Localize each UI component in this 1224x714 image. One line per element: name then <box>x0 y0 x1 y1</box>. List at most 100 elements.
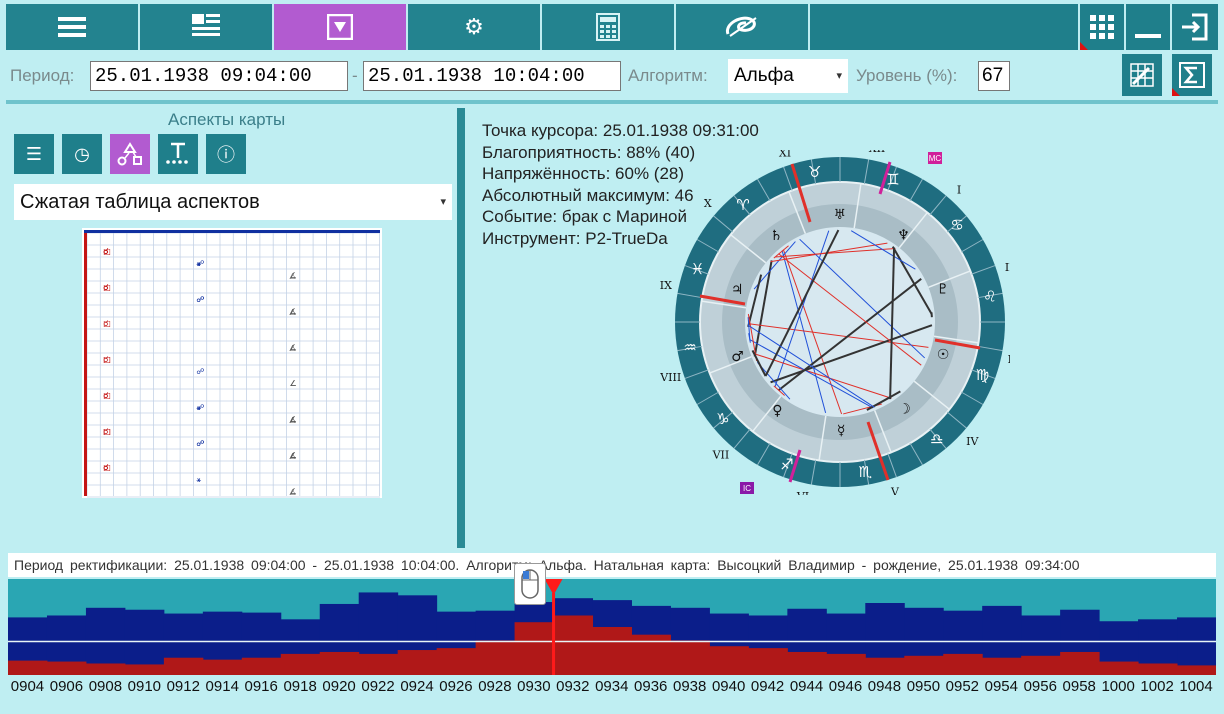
aspect-glyph: ∠ <box>290 451 297 460</box>
natal-chart-wheel: ☉☽☿♀♂♃♄♅♆♇ ♈♉♊♋♌♍♎♏♐♑♒♓ XIXIIIIIIIIIVVVI… <box>660 150 1010 495</box>
aspect-glyph: ⚹ <box>196 259 201 268</box>
time-tick-label: 0918 <box>283 678 317 695</box>
time-tick-label: 0940 <box>711 678 746 695</box>
top-toolbar: ⚙ <box>6 4 1218 50</box>
time-tick-label: 0956 <box>1023 678 1057 695</box>
zodiac-sign-glyph: ♍ <box>976 366 989 384</box>
aspect-glyph: ☍ <box>196 295 204 304</box>
bar-tension <box>904 655 944 675</box>
bar-tension <box>709 646 749 675</box>
bar-tension <box>826 653 866 675</box>
chart-export-icon[interactable] <box>1122 54 1162 96</box>
mc-label: MC <box>929 154 942 163</box>
bar-tension <box>514 622 555 675</box>
vertical-splitter[interactable] <box>457 108 465 548</box>
bar-tension <box>1177 665 1216 675</box>
period-from-input[interactable]: 25.01.1938 09:04:00 <box>90 61 348 91</box>
time-list-icon[interactable]: ◷ <box>62 134 102 174</box>
house-number-label: I <box>957 184 961 197</box>
time-tick-label: 0944 <box>789 678 824 695</box>
aspect-glyph: □ <box>103 463 111 472</box>
zodiac-sign-glyph: ♋ <box>950 216 963 234</box>
bar-tension <box>319 651 360 675</box>
time-tick-label: 1000 <box>1101 678 1135 695</box>
planet-glyph: ♅ <box>833 207 846 223</box>
time-tick-label: 0948 <box>867 678 902 695</box>
bar-tension <box>436 648 477 675</box>
aspect-glyph: ⚹ <box>196 475 201 484</box>
time-tick-label: 0914 <box>205 678 239 695</box>
info-icon[interactable]: ⓘ <box>206 134 246 174</box>
bar-tension <box>85 663 126 675</box>
aspect-glyph: ∠ <box>290 307 297 316</box>
bar-tension <box>787 651 827 675</box>
bar-tension <box>46 661 87 675</box>
apps-grid-icon[interactable] <box>1078 4 1124 50</box>
house-number-label: III <box>1008 353 1010 366</box>
bar-tension <box>475 640 516 675</box>
planet-glyph: ♀ <box>772 403 782 419</box>
level-label: Уровень (%): <box>856 66 958 85</box>
table-view-icon[interactable]: ☰ <box>14 134 54 174</box>
house-number-label: V <box>890 485 900 495</box>
mouse-icon <box>514 563 546 605</box>
algorithm-label: Алгоритм: <box>628 66 708 85</box>
time-tick-label: 0936 <box>634 678 668 695</box>
zodiac-sign-glyph: ♎ <box>930 430 943 448</box>
grid-lines-icon[interactable] <box>140 4 274 50</box>
planet-glyph: ♂ <box>731 349 744 365</box>
house-number-label: VIII <box>660 371 681 384</box>
planet-glyph: ☿ <box>837 423 846 439</box>
bar-tension <box>670 640 710 675</box>
bar-tension <box>553 615 594 675</box>
period-to-input[interactable]: 25.01.1938 10:04:00 <box>363 61 621 91</box>
aspect-glyph: ☍ <box>196 367 204 376</box>
algorithm-select[interactable]: Альфа ▾ <box>728 59 848 93</box>
time-tick-label: 0910 <box>127 678 162 695</box>
time-tick-label: 0952 <box>945 678 980 695</box>
time-tick-label: 0946 <box>828 678 863 695</box>
house-number-label: XII <box>869 150 886 155</box>
house-number-label: VI <box>796 490 809 495</box>
time-tick-label: 0958 <box>1062 678 1096 695</box>
download-box-icon[interactable] <box>274 4 408 50</box>
dotted-scale-icon[interactable] <box>158 134 198 174</box>
house-number-label: IX <box>660 279 672 292</box>
aspect-glyph: ∠ <box>290 487 297 496</box>
aspect-glyph: ☌ <box>103 391 108 400</box>
logo-icon[interactable] <box>676 4 810 50</box>
rectification-timeline: Период ректификации: 25.01.1938 09:04:00… <box>8 553 1216 703</box>
planet-glyph: ☉ <box>937 347 950 363</box>
algorithm-value: Альфа <box>734 65 794 86</box>
timeline-status-text: Период ректификации: 25.01.1938 09:04:00… <box>8 553 1216 577</box>
time-tick-label: 0908 <box>88 678 123 695</box>
aspects-panel: Аспекты карты ☰ ◷ ⓘ Сжатая таблица аспек… <box>8 104 458 544</box>
calculator-icon[interactable] <box>542 4 676 50</box>
zodiac-sign-glyph: ♈ <box>736 196 749 214</box>
period-label: Период: <box>10 66 75 85</box>
bar-tension <box>1138 663 1178 675</box>
aspect-glyph: □ <box>103 355 111 364</box>
aspect-table-select[interactable]: Сжатая таблица аспектов ▾ <box>14 184 452 220</box>
planet-glyph: ♆ <box>897 228 910 244</box>
cursor-point-text: Точка курсора: 25.01.1938 09:31:00 <box>482 121 759 140</box>
gear-icon[interactable]: ⚙ <box>408 4 542 50</box>
aspect-glyph: ∠ <box>290 415 297 424</box>
bar-tension <box>592 627 632 675</box>
bar-chart[interactable] <box>8 579 1216 675</box>
aspect-graph-icon[interactable] <box>110 134 150 174</box>
time-tick-label: 0938 <box>672 678 707 695</box>
aspect-glyph: ☍ <box>196 439 204 448</box>
bar-tension <box>358 653 399 675</box>
house-number-label: VII <box>712 448 730 461</box>
bar-tension <box>943 653 983 675</box>
time-tick-label: 0922 <box>361 678 395 695</box>
exit-icon[interactable] <box>1170 4 1216 50</box>
level-input[interactable]: 67 <box>978 61 1010 91</box>
bar-tension <box>982 657 1022 675</box>
list-icon[interactable] <box>6 4 140 50</box>
planet-glyph: ♄ <box>770 228 783 244</box>
minimize-icon[interactable] <box>1124 4 1170 50</box>
time-tick-label: 0906 <box>49 678 84 695</box>
sum-icon[interactable] <box>1172 54 1212 96</box>
